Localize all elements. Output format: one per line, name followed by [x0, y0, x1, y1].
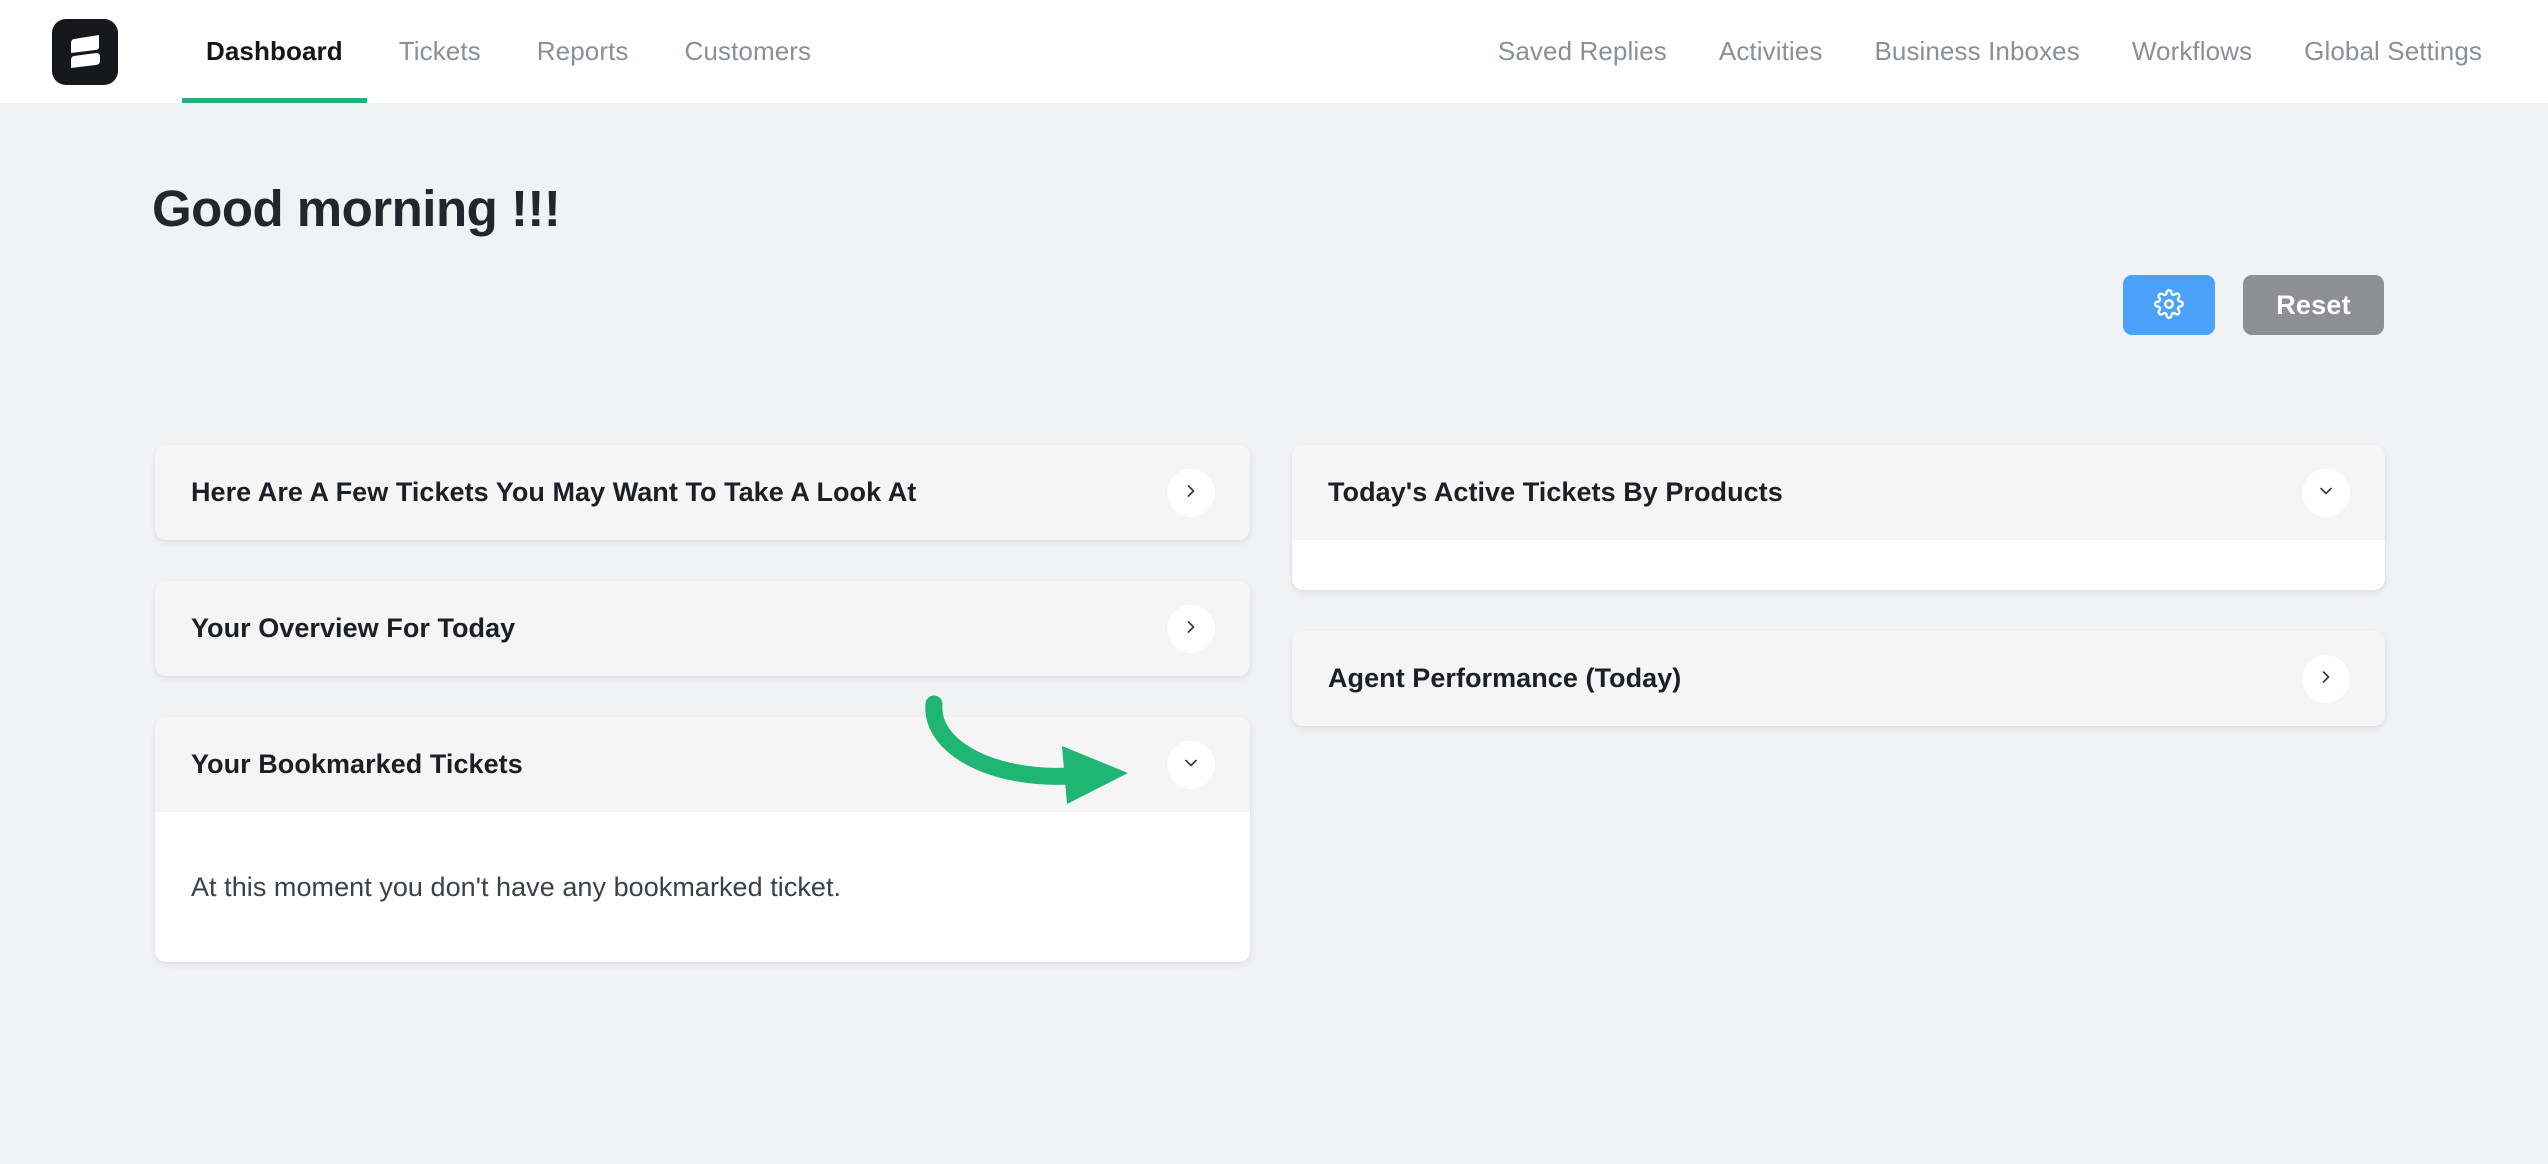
- gear-icon: [2154, 288, 2184, 322]
- card-overview-today: Your Overview For Today: [155, 581, 1250, 676]
- nav-item-business-inboxes-label: Business Inboxes: [1874, 36, 2080, 66]
- nav-item-workflows-label: Workflows: [2131, 36, 2253, 66]
- nav-item-dashboard[interactable]: Dashboard: [178, 0, 371, 103]
- card-bookmarked-tickets: Your Bookmarked Tickets At this moment y…: [155, 717, 1250, 962]
- card-bookmarked-tickets-body: At this moment you don't have any bookma…: [155, 812, 1250, 962]
- card-bookmarked-tickets-title: Your Bookmarked Tickets: [191, 749, 523, 779]
- chevron-right-icon: [1181, 481, 1201, 504]
- card-active-tickets-by-products-body: [1292, 540, 2385, 590]
- card-overview-today-toggle[interactable]: [1167, 604, 1215, 653]
- nav-item-customers[interactable]: Customers: [657, 0, 840, 103]
- nav-item-global-settings-label: Global Settings: [2304, 36, 2482, 66]
- card-overview-today-header[interactable]: Your Overview For Today: [155, 581, 1250, 676]
- nav-item-business-inboxes[interactable]: Business Inboxes: [1848, 36, 2105, 67]
- card-bookmarked-tickets-toggle[interactable]: [1167, 740, 1215, 789]
- nav-item-reports[interactable]: Reports: [509, 0, 657, 103]
- card-agent-performance-header[interactable]: Agent Performance (Today): [1292, 631, 2385, 726]
- right-card-column: Today's Active Tickets By Products Agent…: [1292, 445, 2385, 767]
- bookmarked-empty-message: At this moment you don't have any bookma…: [191, 871, 842, 902]
- nav-item-reports-label: Reports: [536, 36, 629, 66]
- chevron-down-icon: [2316, 481, 2336, 504]
- dashboard-page: Good morning !!! Reset Here Are A Few Ti…: [0, 103, 2548, 1164]
- card-agent-performance: Agent Performance (Today): [1292, 631, 2385, 726]
- nav-item-global-settings[interactable]: Global Settings: [2278, 36, 2508, 67]
- nav-item-saved-replies-label: Saved Replies: [1497, 36, 1667, 66]
- card-suggested-tickets-header[interactable]: Here Are A Few Tickets You May Want To T…: [155, 445, 1250, 540]
- settings-button[interactable]: [2123, 275, 2215, 335]
- card-suggested-tickets-toggle[interactable]: [1167, 468, 1215, 517]
- chevron-right-icon: [2316, 667, 2336, 690]
- card-overview-today-title: Your Overview For Today: [191, 613, 516, 643]
- card-agent-performance-title: Agent Performance (Today): [1328, 663, 1682, 693]
- card-suggested-tickets-title: Here Are A Few Tickets You May Want To T…: [191, 477, 917, 507]
- page-title: Good morning !!!: [152, 180, 561, 237]
- thrive-desk-logo-icon: [65, 31, 105, 73]
- nav-item-workflows[interactable]: Workflows: [2106, 36, 2278, 67]
- nav-item-saved-replies[interactable]: Saved Replies: [1472, 36, 1693, 67]
- nav-item-tickets[interactable]: Tickets: [371, 0, 509, 103]
- nav-item-customers-label: Customers: [684, 36, 812, 66]
- card-bookmarked-tickets-header[interactable]: Your Bookmarked Tickets: [155, 717, 1250, 812]
- left-card-column: Here Are A Few Tickets You May Want To T…: [155, 445, 1250, 1003]
- nav-item-tickets-label: Tickets: [398, 36, 481, 66]
- reset-button[interactable]: Reset: [2243, 275, 2384, 335]
- card-active-tickets-by-products-title: Today's Active Tickets By Products: [1328, 477, 1783, 507]
- app-logo[interactable]: [52, 19, 118, 85]
- card-agent-performance-toggle[interactable]: [2302, 654, 2350, 703]
- card-active-tickets-by-products-header[interactable]: Today's Active Tickets By Products: [1292, 445, 2385, 540]
- secondary-nav: Saved Replies Activities Business Inboxe…: [1472, 0, 2508, 103]
- card-active-tickets-by-products-toggle[interactable]: [2302, 468, 2350, 517]
- nav-item-activities-label: Activities: [1718, 36, 1823, 66]
- card-suggested-tickets: Here Are A Few Tickets You May Want To T…: [155, 445, 1250, 540]
- nav-item-activities[interactable]: Activities: [1693, 36, 1849, 67]
- chevron-down-icon: [1181, 753, 1201, 776]
- card-active-tickets-by-products: Today's Active Tickets By Products: [1292, 445, 2385, 590]
- primary-nav: Dashboard Tickets Reports Customers: [178, 0, 839, 103]
- nav-item-dashboard-label: Dashboard: [206, 36, 343, 66]
- chevron-right-icon: [1181, 617, 1201, 640]
- top-navigation-bar: Dashboard Tickets Reports Customers Save…: [0, 0, 2548, 103]
